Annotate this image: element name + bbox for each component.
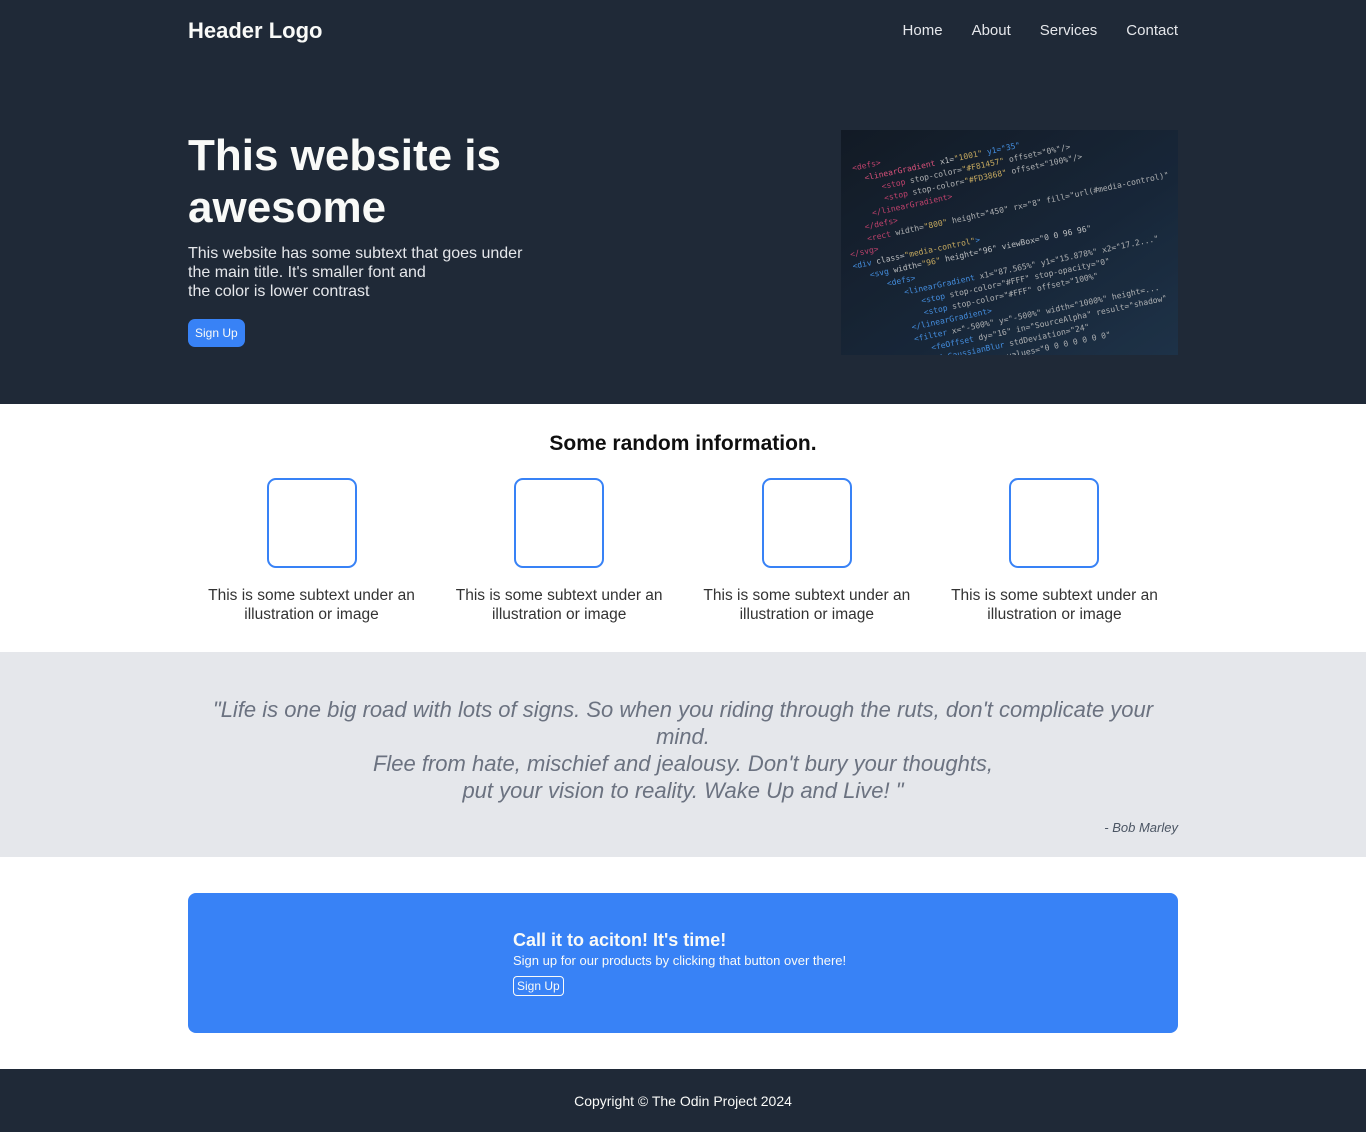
nav-link-contact[interactable]: Contact [1126, 22, 1178, 39]
info-cards: This is some subtext under an illustrati… [188, 478, 1178, 624]
card-subtext: This is some subtext under an illustrati… [951, 587, 1158, 623]
navbar: Header Logo Home About Services Contact [188, 0, 1178, 62]
illustration-placeholder [1009, 478, 1100, 568]
card-subtext: This is some subtext under an illustrati… [208, 587, 415, 623]
cta-subtext: Sign up for our products by clicking tha… [513, 953, 847, 968]
code-screenshot-image: <defs> <linearGradient x1="1001" y1="35"… [841, 130, 1178, 355]
info-card: This is some subtext under an illustrati… [937, 478, 1172, 624]
cta-signup-button[interactable]: Sign Up [513, 976, 564, 996]
hero-text: This website is awesome This website has… [188, 130, 548, 355]
info-card: This is some subtext under an illustrati… [689, 478, 924, 624]
hero-code-image: <defs> <linearGradient x1="1001" y1="35"… [841, 130, 1178, 355]
quote-text: "Life is one big road with lots of signs… [212, 697, 1154, 803]
nav-links: Home About Services Contact [903, 22, 1178, 40]
nav-link-home[interactable]: Home [903, 22, 943, 39]
footer: Copyright © The Odin Project 2024 [0, 1069, 1366, 1132]
illustration-placeholder [761, 478, 852, 568]
illustration-placeholder [514, 478, 605, 568]
info-card: This is some subtext under an illustrati… [442, 478, 677, 624]
hero-title: This website is awesome [188, 131, 501, 232]
header-band: Header Logo Home About Services Contact … [0, 0, 1366, 404]
illustration-placeholder [266, 478, 357, 568]
quote-author: - Bob Marley [1104, 820, 1178, 835]
card-subtext: This is some subtext under an illustrati… [703, 587, 911, 623]
card-subtext: This is some subtext under an illustrati… [455, 587, 663, 623]
footer-copyright: Copyright © The Odin Project 2024 [574, 1092, 792, 1109]
hero-subtext: This website has some subtext that goes … [188, 245, 523, 300]
quote-section: "Life is one big road with lots of signs… [0, 652, 1366, 857]
info-section: Some random information. This is some su… [0, 404, 1366, 652]
hero-signup-button[interactable]: Sign Up [188, 319, 245, 347]
header-logo[interactable]: Header Logo [188, 18, 322, 44]
info-title: Some random information. [549, 432, 817, 455]
hero-section: This website is awesome This website has… [188, 62, 1178, 355]
cta-title: Call it to aciton! It's time! [513, 930, 727, 950]
cta-box: Call it to aciton! It's time! Sign up fo… [188, 893, 1178, 1033]
cta-section: Call it to aciton! It's time! Sign up fo… [0, 857, 1366, 1069]
nav-link-services[interactable]: Services [1040, 22, 1098, 39]
nav-link-about[interactable]: About [972, 22, 1011, 39]
info-card: This is some subtext under an illustrati… [194, 478, 429, 624]
